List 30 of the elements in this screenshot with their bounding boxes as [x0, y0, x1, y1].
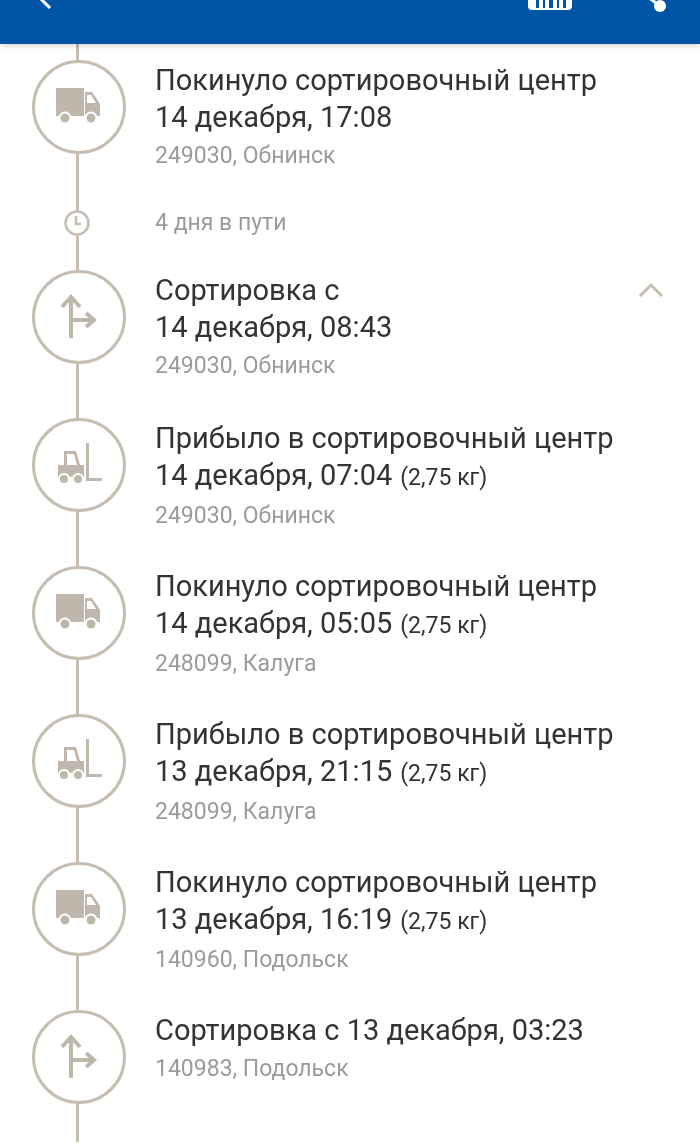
split-arrow-icon: [58, 294, 99, 340]
parcel-weight: (2,75 кг): [400, 759, 488, 789]
event-title: Сортировка с: [155, 272, 340, 309]
event-title: Прибыло в сортировочный центр: [155, 420, 614, 457]
event-location: 140983, Подольск: [155, 1054, 350, 1084]
truck-icon: [55, 88, 102, 126]
parcel-weight: (2,75 кг): [400, 463, 488, 493]
event-date: 14 декабря, 17:08: [155, 99, 393, 136]
event-title: Покинуло сортировочный центр: [155, 568, 597, 605]
split-arrow-icon: [58, 1034, 99, 1080]
event-title: Сортировка с 13 декабря, 03:23: [155, 1012, 584, 1049]
event-date: 13 декабря, 16:19: [155, 901, 393, 938]
event-location: 248099, Калуга: [155, 649, 318, 679]
transit-duration: 4 дня в пути: [155, 207, 287, 238]
event-date: 14 декабря, 07:04: [155, 457, 393, 494]
event-date: 13 декабря, 21:15: [155, 753, 393, 790]
event-title: Покинуло сортировочный центр: [155, 864, 597, 901]
event-date: 14 декабря, 08:43: [155, 309, 393, 346]
event-location: 248099, Калуга: [155, 797, 318, 827]
event-location: 249030, Обнинск: [155, 351, 337, 381]
parcel-weight: (2,75 кг): [400, 907, 488, 937]
truck-icon: [55, 594, 102, 632]
event-date: 14 декабря, 05:05: [155, 605, 393, 642]
event-location: 140960, Подольск: [155, 945, 350, 975]
parcel-weight: (2,75 кг): [400, 611, 488, 641]
event-title: Покинуло сортировочный центр: [155, 62, 597, 99]
event-location: 249030, Обнинск: [155, 501, 337, 531]
truck-icon: [55, 890, 102, 928]
event-title: Прибыло в сортировочный центр: [155, 716, 614, 753]
event-location: 249030, Обнинск: [155, 141, 337, 171]
